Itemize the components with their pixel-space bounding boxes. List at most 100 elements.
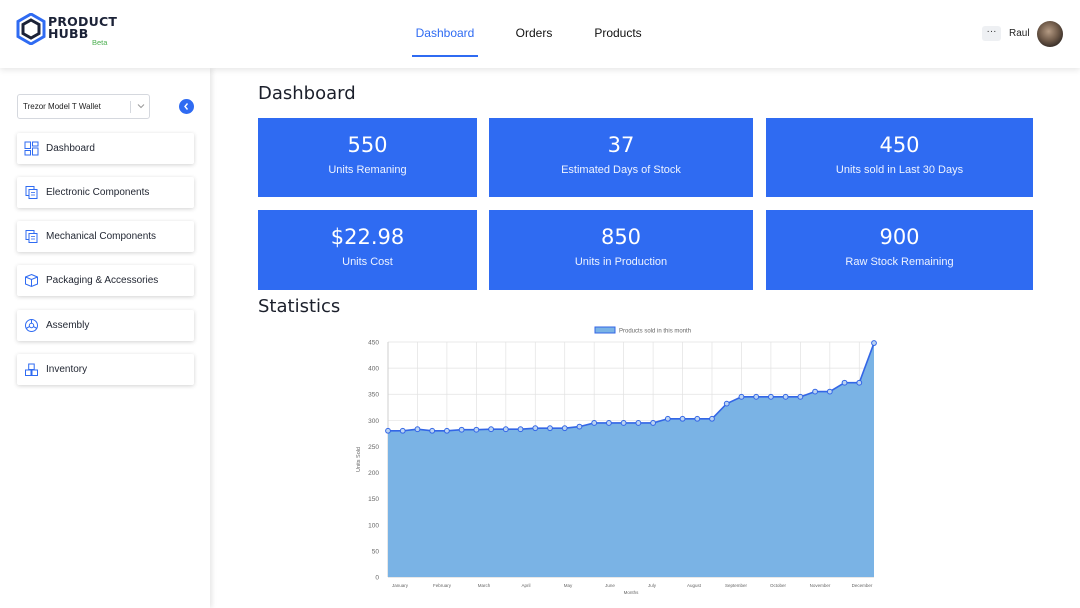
x-tick-label: May bbox=[564, 583, 573, 588]
y-tick-label: 50 bbox=[372, 548, 380, 555]
top-header: PRODUCT HUBB Beta Dashboard Orders Produ… bbox=[0, 0, 1080, 68]
data-point bbox=[385, 427, 391, 434]
brand-logo[interactable]: PRODUCT HUBB Beta bbox=[16, 13, 126, 49]
sidebar-item-label: Mechanical Components bbox=[46, 231, 157, 242]
sidebar: Trezor Model T Wallet Dashboard Electron… bbox=[0, 68, 210, 608]
legend-swatch bbox=[594, 326, 616, 334]
data-point bbox=[797, 393, 804, 400]
data-point bbox=[679, 415, 686, 422]
user-avatar[interactable] bbox=[1037, 21, 1063, 47]
tab-products[interactable]: Products bbox=[588, 0, 648, 58]
data-point bbox=[826, 388, 833, 395]
sidebar-item-label: Dashboard bbox=[46, 143, 95, 154]
y-tick-label: 450 bbox=[368, 340, 379, 347]
data-point bbox=[694, 415, 701, 422]
data-point bbox=[517, 426, 524, 433]
stat-value: 37 bbox=[607, 133, 635, 157]
x-tick-label: February bbox=[433, 583, 452, 588]
y-tick-label: 400 bbox=[368, 366, 379, 373]
stat-value: 450 bbox=[879, 133, 920, 157]
sidebar-item-dashboard[interactable]: Dashboard bbox=[17, 133, 194, 164]
data-point bbox=[532, 425, 539, 432]
data-point bbox=[547, 425, 553, 432]
sidebar-item-packaging-accessories[interactable]: Packaging & Accessories bbox=[17, 265, 194, 296]
sidebar-item-electronic-components[interactable]: Electronic Components bbox=[17, 177, 194, 208]
data-point bbox=[591, 420, 598, 426]
statistics-title: Statistics bbox=[258, 296, 341, 317]
collapse-sidebar-button[interactable] bbox=[179, 99, 194, 114]
components-icon bbox=[25, 230, 38, 243]
data-point bbox=[458, 426, 465, 433]
inventory-icon bbox=[25, 363, 38, 376]
x-tick-label: August bbox=[687, 583, 702, 588]
y-axis-title: Units Sold bbox=[356, 447, 362, 472]
y-tick-label: 100 bbox=[368, 522, 379, 529]
sidebar-item-label: Assembly bbox=[46, 320, 90, 331]
data-point bbox=[782, 393, 789, 400]
data-point bbox=[576, 423, 583, 430]
stat-card-days-of-stock: 37 Estimated Days of Stock bbox=[489, 118, 753, 197]
y-tick-label: 150 bbox=[368, 496, 379, 503]
chevron-left-icon bbox=[184, 103, 189, 110]
stat-card-units-in-production: 850 Units in Production bbox=[489, 210, 753, 290]
sidebar-item-label: Inventory bbox=[46, 364, 88, 375]
sidebar-item-label: Packaging & Accessories bbox=[46, 275, 159, 286]
stat-caption: Units in Production bbox=[574, 256, 668, 268]
data-point bbox=[444, 427, 450, 434]
stat-caption: Units Cost bbox=[342, 256, 393, 268]
stat-value: 850 bbox=[600, 225, 642, 249]
data-point bbox=[753, 393, 760, 400]
data-point bbox=[812, 388, 818, 395]
data-point bbox=[856, 379, 863, 386]
stat-value: $22.98 bbox=[330, 225, 405, 249]
data-point bbox=[502, 426, 509, 433]
user-name: Raul bbox=[1009, 28, 1030, 39]
sidebar-item-inventory[interactable]: Inventory bbox=[17, 354, 194, 385]
data-point bbox=[414, 426, 421, 433]
data-point bbox=[664, 415, 671, 422]
stat-caption: Units sold in Last 30 Days bbox=[835, 164, 964, 176]
brand-name: PRODUCT HUBB bbox=[48, 14, 118, 41]
select-divider bbox=[130, 101, 131, 113]
y-tick-label: 300 bbox=[368, 418, 379, 425]
x-tick-label: October bbox=[770, 583, 787, 588]
product-select[interactable]: Trezor Model T Wallet bbox=[17, 94, 150, 119]
sidebar-item-mechanical-components[interactable]: Mechanical Components bbox=[17, 221, 194, 252]
data-point bbox=[606, 420, 612, 426]
tab-dashboard[interactable]: Dashboard bbox=[412, 0, 478, 58]
x-axis-title: Months bbox=[624, 590, 640, 595]
tab-orders[interactable]: Orders bbox=[508, 0, 560, 58]
data-point bbox=[768, 393, 774, 400]
data-point bbox=[473, 426, 480, 433]
x-tick-label: September bbox=[725, 583, 748, 588]
data-point bbox=[635, 420, 642, 426]
beta-badge: Beta bbox=[92, 38, 108, 47]
x-tick-label: April bbox=[521, 583, 530, 588]
stat-card-raw-stock: 900 Raw Stock Remaining bbox=[766, 210, 1033, 290]
y-tick-label: 0 bbox=[375, 575, 379, 582]
y-tick-label: 350 bbox=[368, 392, 379, 399]
sidebar-item-assembly[interactable]: Assembly bbox=[17, 310, 194, 341]
assembly-icon bbox=[25, 319, 38, 332]
data-point bbox=[561, 425, 568, 432]
x-tick-label: January bbox=[392, 583, 409, 588]
components-icon bbox=[25, 186, 38, 199]
dashboard-icon bbox=[24, 141, 39, 156]
y-tick-label: 250 bbox=[368, 444, 379, 451]
data-point bbox=[399, 427, 406, 434]
stat-card-units-remaining: 550 Units Remaning bbox=[258, 118, 477, 197]
active-tab-indicator bbox=[412, 55, 478, 57]
data-point bbox=[650, 420, 656, 426]
page-title: Dashboard bbox=[258, 83, 356, 104]
more-options-button[interactable]: ··· bbox=[982, 26, 1001, 41]
chevron-down-icon bbox=[137, 104, 145, 109]
stat-caption: Raw Stock Remaining bbox=[845, 256, 954, 268]
data-point bbox=[738, 393, 745, 400]
data-point bbox=[841, 379, 848, 386]
x-tick-label: July bbox=[648, 583, 657, 588]
data-point bbox=[429, 427, 436, 434]
stat-card-units-cost: $22.98 Units Cost bbox=[258, 210, 477, 290]
y-tick-label: 200 bbox=[368, 470, 379, 477]
x-tick-label: March bbox=[478, 583, 491, 588]
stat-caption: Units Remaning bbox=[328, 164, 407, 176]
